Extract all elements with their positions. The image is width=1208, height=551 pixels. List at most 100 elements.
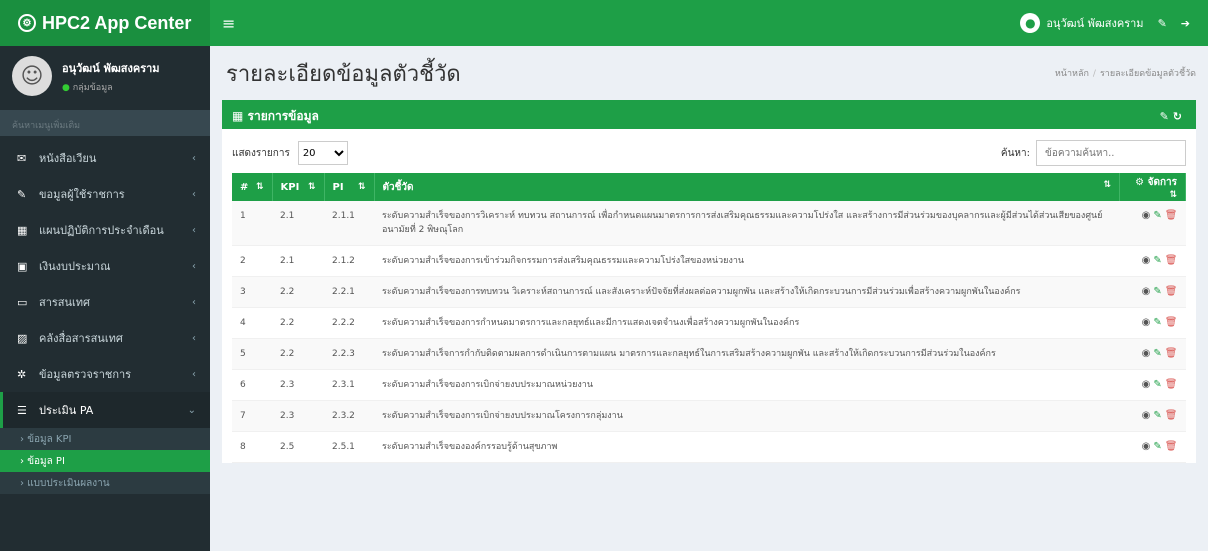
gear-icon: ✲: [17, 367, 27, 381]
sidebar-item-user-info[interactable]: ✎ ขอมูลผู้ใช้ราชการ ‹: [0, 176, 210, 212]
page-size-label: แสดงรายการ: [232, 147, 290, 159]
row-pi: 2.2.1: [324, 276, 374, 308]
table-row: 7 2.3 2.3.2 ระดับความสำเร็จของการเบิกจ่ายงบ…: [232, 400, 1186, 432]
user-menu[interactable]: ● อนุวัฒน์ พัฒสงคราม: [1020, 13, 1144, 33]
sidebar-item-inspection[interactable]: ✲ ข้อมูลตรวจราชการ ‹: [0, 356, 210, 392]
view-icon[interactable]: ◉: [1142, 378, 1151, 392]
edit-icon[interactable]: ✎: [1153, 409, 1161, 423]
view-icon[interactable]: ◉: [1142, 316, 1151, 330]
wrench-icon[interactable]: ✎: [1160, 110, 1173, 123]
box-title: รายการข้อมูล: [247, 108, 319, 123]
row-indicator: ระดับความสำเร็จของการเบิกจ่ายงบประมาณโคร…: [374, 400, 1120, 432]
settings-icon[interactable]: ✎: [1158, 17, 1167, 30]
row-no: 2: [232, 245, 272, 277]
view-icon[interactable]: ◉: [1142, 409, 1151, 423]
delete-icon[interactable]: 🗑: [1165, 316, 1178, 330]
menu-label: คลังสื่อสารสนเทศ: [39, 332, 123, 345]
edit-icon[interactable]: ✎: [1153, 285, 1161, 299]
delete-icon[interactable]: 🗑: [1165, 209, 1178, 223]
delete-icon[interactable]: 🗑: [1165, 409, 1178, 423]
row-actions: ◉ ✎ 🗑: [1119, 276, 1186, 308]
box-header: ▦ รายการข้อมูล ✎↻: [222, 103, 1196, 129]
refresh-icon[interactable]: ↻: [1173, 110, 1186, 123]
col-kpi[interactable]: KPI ⇅: [272, 173, 325, 201]
view-icon[interactable]: ◉: [1142, 285, 1151, 299]
submenu-label: ข้อมูล PI: [27, 455, 65, 467]
sidebar-item-circular[interactable]: ✉ หนังสือเวียน ‹: [0, 140, 210, 176]
row-actions: ◉ ✎ 🗑: [1119, 201, 1186, 246]
row-kpi: 2.1: [272, 201, 324, 246]
sidebar-item-budget[interactable]: ▣ เงินงบประมาณ ‹: [0, 248, 210, 284]
row-indicator: ระดับความสำเร็จของการทบทวน วิเคราะห์สถาน…: [374, 276, 1120, 308]
brand-title: HPC2 App Center: [42, 12, 192, 33]
view-icon[interactable]: ◉: [1142, 347, 1151, 361]
sidebar-item-pa[interactable]: ☰ ประเมิน PA ⌄: [0, 392, 210, 428]
top-user-name: อนุวัฒน์ พัฒสงคราม: [1046, 17, 1144, 30]
edit-icon[interactable]: ✎: [1153, 347, 1161, 361]
row-no: 4: [232, 307, 272, 339]
sort-icon: ⇅: [357, 181, 366, 192]
menu-label: ประเมิน PA: [39, 404, 94, 417]
row-kpi: 2.5: [272, 431, 324, 463]
col-label: KPI: [280, 181, 300, 193]
envelope-icon: ✉: [17, 151, 27, 165]
sort-icon: ⇅: [307, 181, 316, 192]
chevron-left-icon: ‹: [192, 260, 196, 272]
row-indicator: ระดับความสำเร็จการกำกับติดตามผลการดำเนิน…: [374, 338, 1120, 370]
circle-icon: ›: [20, 477, 28, 489]
page-size-select[interactable]: 20: [297, 141, 348, 165]
edit-icon[interactable]: ✎: [1153, 209, 1161, 223]
sidebar-item-information[interactable]: ▭ สารสนเทศ ‹: [0, 284, 210, 320]
delete-icon[interactable]: 🗑: [1165, 254, 1178, 268]
sidebar-item-media[interactable]: ▨ คลังสื่อสารสนเทศ ‹: [0, 320, 210, 356]
col-no[interactable]: # ⇅: [232, 173, 273, 201]
col-manage[interactable]: ⚙ จัดการ ⇅: [1119, 173, 1186, 201]
user-avatar-icon: ●: [1020, 13, 1041, 33]
chevron-left-icon: ‹: [192, 188, 196, 200]
sidebar-subitem-pi[interactable]: › ข้อมูล PI: [0, 450, 210, 472]
delete-icon[interactable]: 🗑: [1165, 440, 1178, 454]
menu-label: เงินงบประมาณ: [39, 260, 111, 273]
delete-icon[interactable]: 🗑: [1165, 347, 1178, 361]
delete-icon[interactable]: 🗑: [1165, 378, 1178, 392]
edit-icon[interactable]: ✎: [1153, 254, 1161, 268]
list-icon: ☰: [17, 403, 27, 417]
menu-toggle-icon[interactable]: ≡: [222, 14, 235, 33]
edit-icon[interactable]: ✎: [1153, 440, 1161, 454]
col-label: จัดการ: [1147, 176, 1177, 188]
delete-icon[interactable]: 🗑: [1165, 285, 1178, 299]
row-no: 5: [232, 338, 272, 370]
breadcrumb-home[interactable]: หน้าหลัก: [1055, 69, 1089, 79]
row-pi: 2.3.1: [324, 369, 374, 401]
table-list-icon: ▦: [232, 109, 248, 123]
breadcrumb-current: รายละเอียดข้อมูลตัวชี้วัด: [1099, 69, 1196, 79]
sidebar-search[interactable]: ค้นหาเมนูเพิ่มเติม: [0, 110, 210, 136]
sidebar-item-monthly-plan[interactable]: ▦ แผนปฏิบัติการประจำเดือน ‹: [0, 212, 210, 248]
chevron-left-icon: ‹: [192, 332, 196, 344]
view-icon[interactable]: ◉: [1142, 254, 1151, 268]
edit-icon[interactable]: ✎: [1153, 378, 1161, 392]
chevron-left-icon: ‹: [192, 296, 196, 308]
search-input[interactable]: [1036, 140, 1186, 166]
sidebar-subitem-evaluation[interactable]: › แบบประเมินผลงาน: [0, 472, 210, 494]
logout-icon[interactable]: ➔: [1181, 17, 1190, 30]
table-row: 2 2.1 2.1.2 ระดับความสำเร็จของการเข้าร่วมกิ…: [232, 245, 1186, 277]
col-indicator[interactable]: ตัวชี้วัด ⇅: [374, 173, 1120, 201]
row-pi: 2.2.2: [324, 307, 374, 339]
user-panel: ☺ อนุวัฒน์ พัฒสงคราม ● กลุ่มข้อมูล: [0, 46, 210, 106]
image-icon: ▨: [17, 331, 28, 345]
chevron-down-icon: ⌄: [187, 404, 196, 416]
row-no: 7: [232, 400, 272, 432]
box-body: แสดงรายการ 20 ค้นหา: #⇅ KPI⇅ PI⇅ ตัวชี้ว…: [222, 129, 1196, 463]
row-no: 3: [232, 276, 272, 308]
col-pi[interactable]: PI ⇅: [324, 173, 375, 201]
sidebar-subitem-kpi[interactable]: › ข้อมูล KPI: [0, 428, 210, 450]
row-pi: 2.3.2: [324, 400, 374, 432]
view-icon[interactable]: ◉: [1142, 209, 1151, 223]
sidebar-user-name: อนุวัฒน์ พัฒสงคราม: [62, 61, 160, 75]
brand-logo[interactable]: ⚙ HPC2 App Center: [0, 0, 210, 46]
top-navbar: ⚙ HPC2 App Center ≡ ● อนุวัฒน์ พัฒสงคราม…: [0, 0, 1208, 46]
edit-icon[interactable]: ✎: [1153, 316, 1161, 330]
status-dot-icon: ●: [62, 82, 70, 93]
view-icon[interactable]: ◉: [1142, 440, 1151, 454]
